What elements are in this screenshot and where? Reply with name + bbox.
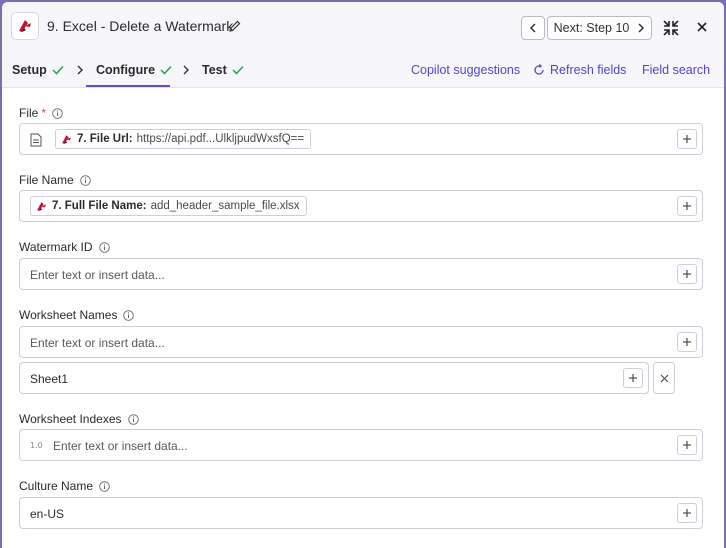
app-logo-icon xyxy=(62,134,71,144)
remove-item-button[interactable] xyxy=(653,362,675,394)
worksheet-names-field[interactable]: Enter text or insert data... xyxy=(19,326,703,358)
placeholder-text: Enter text or insert data... xyxy=(53,439,188,453)
pill-value: https://api.pdf...UlkljpudWxsfQ== xyxy=(136,133,305,145)
plus-icon xyxy=(683,270,691,278)
worksheet-name-item-field[interactable]: Sheet1 xyxy=(19,362,649,394)
tab-label: Setup xyxy=(12,63,47,77)
pill-step-name: 7. File Url: xyxy=(77,133,133,145)
refresh-icon xyxy=(534,64,544,75)
info-icon[interactable] xyxy=(52,107,63,119)
tab-setup[interactable]: Setup xyxy=(12,63,64,77)
plus-icon xyxy=(683,135,691,143)
insert-data-button[interactable] xyxy=(677,129,697,149)
refresh-fields-button[interactable]: Refresh fields xyxy=(533,63,626,77)
field-value: Sheet1 xyxy=(30,372,69,386)
file-icon xyxy=(30,133,42,147)
pill-step-name: 7. Full File Name: xyxy=(52,200,147,212)
pill-value: add_header_sample_file.xlsx xyxy=(150,200,300,212)
app-logo-icon xyxy=(19,20,31,32)
placeholder-text: Enter text or insert data... xyxy=(30,336,165,350)
placeholder-text: Enter text or insert data... xyxy=(30,268,165,282)
file-url-pill[interactable]: 7. File Url: https://api.pdf...UlkljpudW… xyxy=(55,129,312,149)
full-file-name-pill[interactable]: 7. Full File Name: add_header_sample_fil… xyxy=(30,196,307,216)
insert-data-button[interactable] xyxy=(677,332,697,352)
tab-configure[interactable]: Configure xyxy=(96,63,172,77)
watermark-id-label: Watermark ID xyxy=(19,240,110,254)
worksheet-indexes-field[interactable]: 1.0 Enter text or insert data... xyxy=(19,429,703,461)
step-title: 9. Excel - Delete a Watermark xyxy=(47,18,234,34)
close-icon[interactable] xyxy=(695,20,709,34)
info-icon[interactable] xyxy=(127,413,139,425)
copilot-suggestions-link[interactable]: Copilot suggestions xyxy=(411,63,520,77)
worksheet-indexes-label: Worksheet Indexes xyxy=(19,412,139,426)
next-step-label: Next: Step 10 xyxy=(553,21,630,35)
field-value: en-US xyxy=(30,507,65,521)
file-field[interactable]: 7. File Url: https://api.pdf...UlkljpudW… xyxy=(19,123,703,155)
previous-step-button[interactable] xyxy=(521,16,545,40)
app-logo xyxy=(11,12,39,40)
collapse-icon[interactable] xyxy=(662,19,680,37)
worksheet-names-label: Worksheet Names xyxy=(19,308,135,322)
culture-name-label: Culture Name xyxy=(19,479,110,493)
plus-icon xyxy=(683,509,691,517)
refresh-fields-label: Refresh fields xyxy=(550,63,627,77)
chevron-left-icon xyxy=(529,23,536,33)
field-label-text: Worksheet Indexes xyxy=(19,412,122,426)
field-label-text: File Name xyxy=(19,173,74,187)
info-icon[interactable] xyxy=(123,309,135,321)
check-icon xyxy=(232,65,244,75)
watermark-id-field[interactable]: Enter text or insert data... xyxy=(19,258,703,290)
plus-icon xyxy=(629,374,637,382)
chevron-right-icon xyxy=(183,65,189,75)
plus-icon xyxy=(683,441,691,449)
file-name-field[interactable]: 7. Full File Name: add_header_sample_fil… xyxy=(19,190,703,222)
field-search-link[interactable]: Field search xyxy=(642,63,710,77)
field-label-text: Watermark ID xyxy=(19,240,93,254)
step-header: 9. Excel - Delete a Watermark Next: Step… xyxy=(2,2,724,52)
insert-data-button[interactable] xyxy=(677,435,697,455)
next-step-button[interactable]: Next: Step 10 xyxy=(547,16,652,40)
close-icon xyxy=(660,374,668,382)
step-config-panel: 9. Excel - Delete a Watermark Next: Step… xyxy=(2,2,724,548)
pencil-icon[interactable] xyxy=(228,19,242,33)
file-name-label: File Name xyxy=(19,173,91,187)
file-label: File * xyxy=(19,106,63,120)
tab-label: Configure xyxy=(96,63,156,77)
check-icon xyxy=(160,65,172,75)
required-mark: * xyxy=(41,106,47,120)
check-icon xyxy=(52,65,64,75)
info-icon[interactable] xyxy=(99,480,110,492)
field-label-text: File xyxy=(19,106,39,120)
insert-data-button[interactable] xyxy=(677,196,697,216)
culture-name-field[interactable]: en-US xyxy=(19,497,703,529)
plus-icon xyxy=(683,202,691,210)
insert-data-button[interactable] xyxy=(677,264,697,284)
insert-data-button[interactable] xyxy=(677,503,697,523)
info-icon[interactable] xyxy=(98,241,110,253)
tab-label: Test xyxy=(202,63,227,77)
tab-test[interactable]: Test xyxy=(202,63,244,77)
chevron-right-icon xyxy=(638,23,645,33)
field-label-text: Worksheet Names xyxy=(19,308,118,322)
app-logo-icon xyxy=(37,201,46,211)
insert-data-button[interactable] xyxy=(623,368,643,388)
field-label-text: Culture Name xyxy=(19,479,94,493)
plus-icon xyxy=(683,338,691,346)
number-type-icon: 1.0 xyxy=(30,441,43,450)
chevron-right-icon xyxy=(77,65,83,75)
active-tab-indicator xyxy=(86,85,170,87)
info-icon[interactable] xyxy=(79,174,91,186)
step-tabs: Setup Configure Test Copilot suggestions… xyxy=(2,52,724,88)
